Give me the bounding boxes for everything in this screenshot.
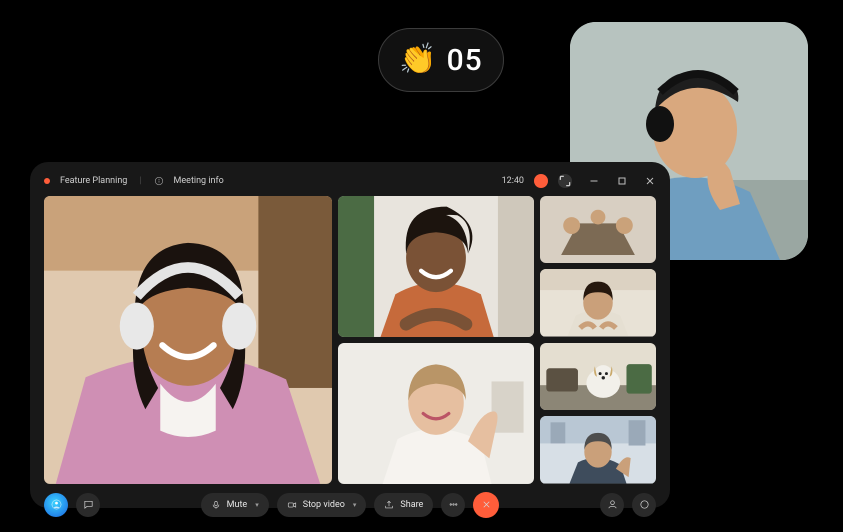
- share-icon: [384, 500, 394, 510]
- mic-icon: [211, 500, 221, 510]
- leave-button[interactable]: [473, 492, 499, 518]
- mute-label: Mute: [227, 500, 248, 510]
- clap-emoji-icon: 👏: [399, 45, 436, 75]
- recording-indicator-icon[interactable]: [534, 174, 548, 188]
- window-titlebar: Feature Planning | Meeting info 12:40: [44, 174, 656, 188]
- video-grid: [44, 196, 656, 484]
- stop-video-button[interactable]: Stop video ▾: [277, 493, 367, 517]
- participant-tile[interactable]: [540, 416, 656, 483]
- panel-icon: [639, 499, 650, 510]
- chevron-down-icon[interactable]: ▾: [255, 501, 259, 509]
- share-label: Share: [400, 500, 423, 510]
- record-dot-icon: [44, 178, 50, 184]
- layout-toggle-button[interactable]: [558, 174, 572, 188]
- maximize-button[interactable]: [616, 175, 628, 187]
- people-icon: [607, 499, 618, 510]
- stop-video-label: Stop video: [303, 500, 345, 510]
- participant-tile[interactable]: [540, 343, 656, 410]
- more-button[interactable]: [441, 493, 465, 517]
- close-icon: [481, 499, 492, 510]
- meeting-window: Feature Planning | Meeting info 12:40: [30, 162, 670, 508]
- mute-button[interactable]: Mute ▾: [201, 493, 269, 517]
- chevron-down-icon[interactable]: ▾: [353, 501, 357, 509]
- close-button[interactable]: [644, 175, 656, 187]
- meeting-info-label[interactable]: Meeting info: [174, 176, 224, 186]
- participant-tile[interactable]: [540, 196, 656, 263]
- title-divider: |: [139, 176, 141, 186]
- main-speaker-tile[interactable]: [44, 196, 332, 484]
- participant-tile[interactable]: [540, 269, 656, 336]
- video-icon: [287, 500, 297, 510]
- meeting-title: Feature Planning: [60, 176, 127, 186]
- minimize-button[interactable]: [588, 175, 600, 187]
- chat-icon: [83, 499, 94, 510]
- apps-button[interactable]: [632, 493, 656, 517]
- reaction-count: 05: [447, 43, 483, 78]
- participant-tile[interactable]: [338, 196, 534, 337]
- reaction-counter: 👏 05: [378, 28, 504, 92]
- self-avatar-button[interactable]: [44, 493, 68, 517]
- participants-button[interactable]: [600, 493, 624, 517]
- control-bar: Mute ▾ Stop video ▾ Share: [44, 492, 656, 518]
- share-button[interactable]: Share: [374, 493, 433, 517]
- more-icon: [448, 499, 459, 510]
- chat-button[interactable]: [76, 493, 100, 517]
- info-icon[interactable]: [154, 176, 164, 186]
- meeting-clock: 12:40: [502, 176, 524, 186]
- participant-tile[interactable]: [338, 343, 534, 484]
